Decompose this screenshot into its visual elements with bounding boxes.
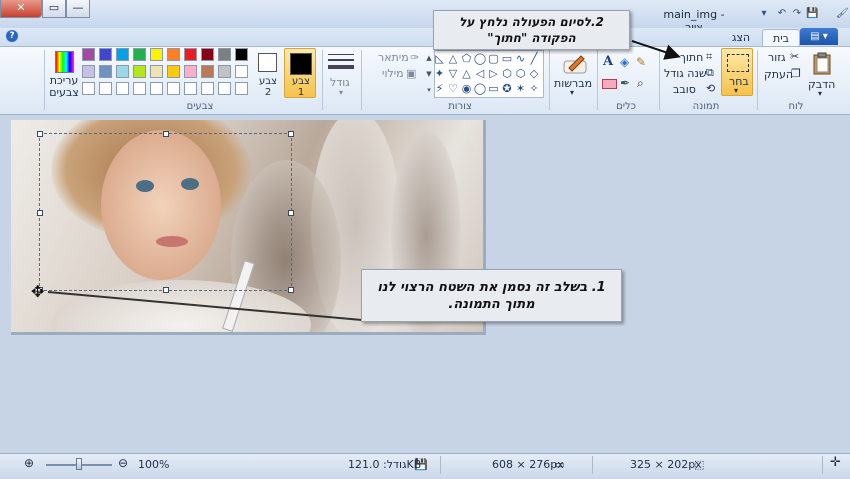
cursor-position-icon: ✛ (830, 455, 841, 470)
status-divider (592, 456, 593, 474)
arrow-to-crop (631, 40, 681, 60)
callout-arrows (47, 40, 681, 321)
callout-step1-line2: מתוך התמונה. (448, 297, 535, 312)
callout-step1: 1. בשלב זה נסמן את השטח הרצוי לנו מתוך ה… (361, 269, 622, 322)
zoom-level: 100% (138, 458, 170, 471)
arrow-to-selection (47, 291, 363, 321)
zoom-out-button[interactable]: ⊖ (118, 456, 128, 470)
status-divider (822, 456, 823, 474)
file-size: גודל: 121.0KB (348, 458, 422, 471)
callout-step1-line1: 1. בשלב זה נסמן את השטח הרצוי לנו (377, 280, 606, 295)
zoom-in-button[interactable]: ⊕ (24, 456, 34, 470)
zoom-slider-thumb[interactable] (76, 458, 82, 470)
selection-size: 325 × 202px (630, 458, 702, 471)
status-divider (440, 456, 441, 474)
image-size: 608 × 276px (492, 458, 564, 471)
